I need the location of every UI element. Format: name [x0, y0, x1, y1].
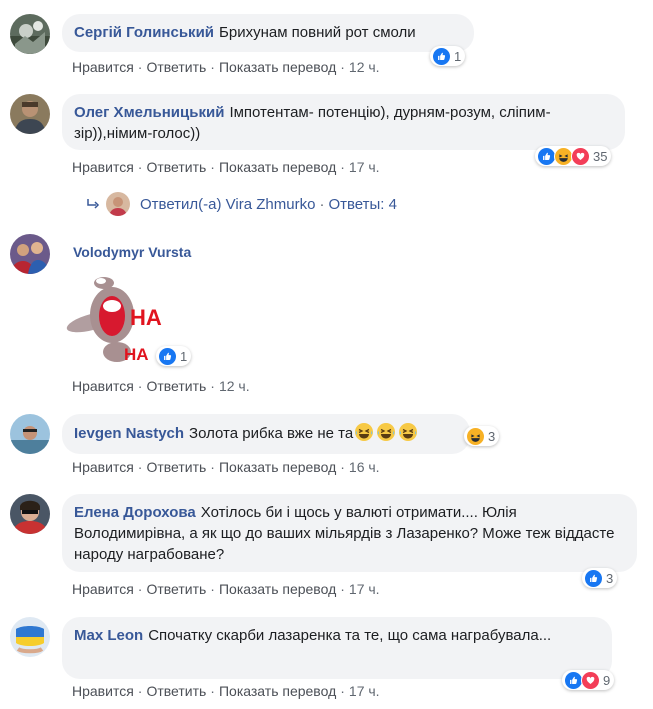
like-link[interactable]: Нравится: [72, 59, 134, 75]
sticker-text: HA: [130, 305, 162, 330]
avatar[interactable]: [10, 494, 50, 534]
comment-actions: Нравится · Ответить · Показать перевод · 12 ч.: [72, 59, 380, 75]
laughing-emoji: [354, 422, 374, 442]
like-icon: [432, 46, 451, 66]
reply-link[interactable]: Ответить: [146, 159, 206, 175]
sticker-text: HA: [124, 345, 149, 364]
reply-avatar: [106, 192, 130, 216]
reaction-count: 9: [603, 672, 611, 688]
avatar[interactable]: [10, 234, 50, 274]
comment-time[interactable]: 12 ч.: [349, 59, 380, 75]
comment-actions: Нравится · Ответить · Показать перевод · 17 ч.: [72, 159, 380, 175]
comment-time[interactable]: 17 ч.: [349, 581, 380, 597]
comment-actions: Нравится · Ответить · Показать перевод · 16 ч.: [72, 459, 380, 475]
comment-time[interactable]: 17 ч.: [349, 683, 380, 699]
comment-author[interactable]: Олег Хмельницький: [74, 104, 224, 121]
reply-link[interactable]: Ответить: [146, 459, 206, 475]
avatar[interactable]: [10, 94, 50, 134]
comment-time[interactable]: 12 ч.: [219, 378, 250, 394]
translate-link[interactable]: Показать перевод: [219, 581, 336, 597]
translate-link[interactable]: Показать перевод: [219, 683, 336, 699]
laughing-emoji: [398, 422, 418, 442]
like-link[interactable]: Нравится: [72, 683, 134, 699]
comment-time[interactable]: 16 ч.: [349, 459, 380, 475]
like-link[interactable]: Нравится: [72, 378, 134, 394]
reaction-summary[interactable]: 3: [582, 568, 618, 588]
translate-link[interactable]: Показать перевод: [219, 459, 336, 475]
comment-bubble: Елена Дорохова Хотілось би і щось у валют…: [62, 494, 637, 572]
reaction-count: 3: [606, 570, 614, 586]
reaction-summary[interactable]: 9: [562, 670, 615, 690]
like-link[interactable]: Нравится: [72, 159, 134, 175]
comment-actions: Нравится · Ответить · 12 ч.: [72, 378, 250, 394]
reaction-summary[interactable]: 1: [156, 346, 192, 366]
reaction-summary[interactable]: 1: [430, 46, 466, 66]
comment-text: Брихунам повний рот смоли: [219, 24, 416, 41]
translate-link[interactable]: Показать перевод: [219, 59, 336, 75]
like-link[interactable]: Нравится: [72, 459, 134, 475]
haha-icon: [466, 426, 485, 446]
comment-author[interactable]: Ievgen Nastych: [74, 425, 184, 442]
comment-author[interactable]: Max Leon: [74, 627, 143, 644]
reaction-count: 1: [454, 48, 462, 64]
comment-actions: Нравится · Ответить · Показать перевод · 17 ч.: [72, 581, 380, 597]
like-icon: [158, 346, 177, 366]
comment-text: Золота рибка вже не та: [189, 425, 354, 442]
reaction-count: 3: [488, 428, 496, 444]
reaction-count: 35: [593, 148, 608, 164]
laughing-emoji: [376, 422, 396, 442]
comment-time[interactable]: 17 ч.: [349, 159, 380, 175]
like-link[interactable]: Нравится: [72, 581, 134, 597]
comment-bubble: Сергій Голинський Брихунам повний рот смо…: [62, 14, 474, 52]
reply-link[interactable]: Ответить: [146, 683, 206, 699]
like-icon: [584, 568, 603, 588]
comment-author[interactable]: Volodymyr Vursta: [73, 244, 191, 260]
love-icon: [571, 146, 590, 166]
reply-arrow-icon: [87, 199, 100, 209]
avatar[interactable]: [10, 617, 50, 657]
replies-count: Ответы: 4: [328, 195, 397, 213]
reply-link[interactable]: Ответить: [146, 581, 206, 597]
avatar[interactable]: [10, 14, 50, 54]
translate-link[interactable]: Показать перевод: [219, 159, 336, 175]
comment-bubble: Олег Хмельницький Імпотентам- потенцію), …: [62, 94, 625, 150]
avatar[interactable]: [10, 414, 50, 454]
reply-link[interactable]: Ответить: [146, 378, 206, 394]
comment-bubble: Max Leon Спочатку скарби лазаренка та те,…: [62, 617, 612, 679]
reply-link[interactable]: Ответить: [146, 59, 206, 75]
reaction-summary[interactable]: 3: [464, 426, 500, 446]
comment-bubble: Ievgen Nastych Золота рибка вже не та: [62, 414, 470, 454]
love-icon: [581, 670, 600, 690]
comment-author[interactable]: Елена Дорохова: [74, 504, 196, 521]
reaction-summary[interactable]: 35: [535, 146, 612, 166]
replies-link[interactable]: Ответил(-а) Vira Zhmurko · Ответы: 4: [86, 192, 397, 216]
comment-actions: Нравится · Ответить · Показать перевод · 17 ч.: [72, 683, 380, 699]
comment-author[interactable]: Сергій Голинський: [74, 24, 214, 41]
reaction-count: 1: [180, 348, 188, 364]
replies-author: Ответил(-а) Vira Zhmurko: [140, 195, 316, 213]
comment-text: Спочатку скарби лазаренка та те, що сама…: [148, 627, 552, 644]
